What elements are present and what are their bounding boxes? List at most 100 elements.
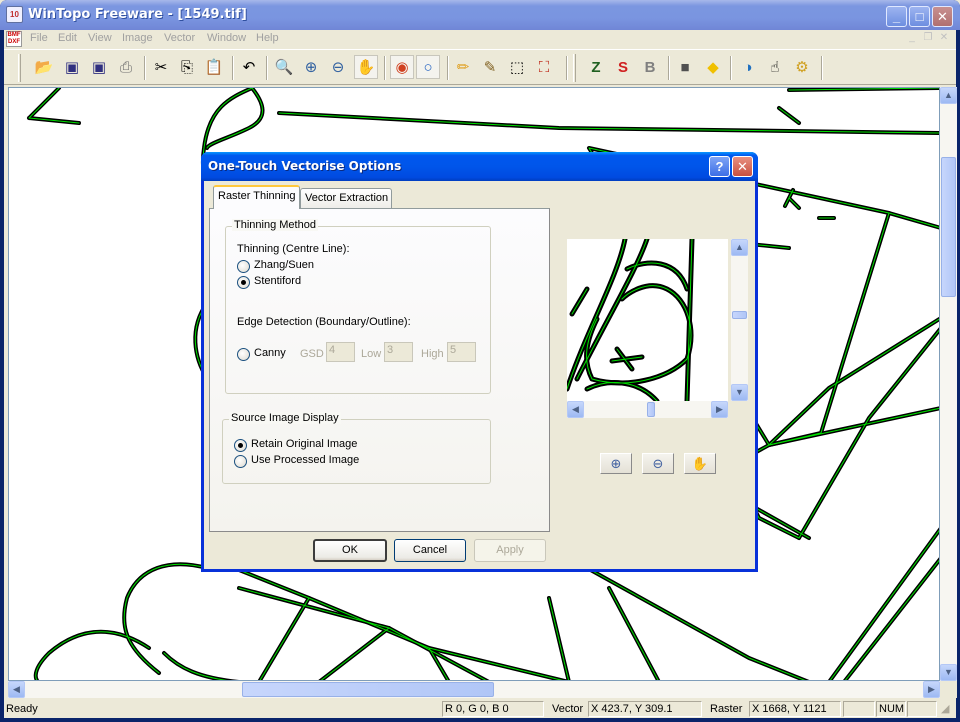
close-button[interactable]: ✕ [932, 6, 953, 27]
stentiford-radio[interactable] [237, 276, 250, 289]
zoom-icon[interactable]: 🔍 [272, 55, 296, 79]
zoom-in-icon[interactable]: ⊕ [299, 55, 323, 79]
scroll-left-arrow[interactable]: ◀ [8, 681, 25, 698]
tab-vector-extraction[interactable]: Vector Extraction [300, 188, 392, 210]
thinning-icon[interactable]: ■ [673, 55, 697, 79]
toolbar-separator [730, 56, 732, 80]
preview-scroll-right-arrow[interactable]: ▶ [711, 401, 728, 418]
preview-vertical-thumb[interactable] [732, 311, 747, 319]
title-bar[interactable]: 10 WinTopo Freeware - [1549.tif] _ □ ✕ [0, 0, 960, 30]
toolbar-grip[interactable] [573, 54, 576, 82]
preview-scroll-up-arrow[interactable]: ▲ [731, 239, 748, 256]
scroll-down-arrow[interactable]: ▼ [940, 664, 957, 681]
paste-icon[interactable]: 📋 [202, 55, 226, 79]
preview-scroll-down-arrow[interactable]: ▼ [731, 384, 748, 401]
save-icon[interactable]: ▣ [60, 55, 84, 79]
pointer-hand-icon[interactable]: ☝ [763, 55, 787, 79]
preview-horizontal-thumb[interactable] [647, 402, 655, 417]
pan-hand-icon[interactable]: ✋ [354, 55, 378, 79]
toolbar-separator [447, 56, 449, 80]
outline-icon[interactable]: ◆ [701, 55, 725, 79]
vector-coords: X 423.7, Y 309.1 [588, 701, 702, 717]
stentiford-label[interactable]: Stentiford [254, 275, 301, 287]
pan-hand-icon: ✋ [691, 456, 709, 471]
preview-vertical-scrollbar[interactable]: ▲ ▼ [731, 239, 748, 401]
menu-window[interactable]: Window [207, 32, 246, 44]
rgb-readout: R 0, G 0, B 0 [442, 701, 544, 717]
thinning-method-legend: Thinning Method [232, 219, 318, 231]
source-image-legend: Source Image Display [229, 412, 341, 424]
vertical-scrollbar[interactable]: ▲ ▼ [940, 87, 957, 681]
menu-view[interactable]: View [88, 32, 112, 44]
undo-icon[interactable]: ↶ [237, 55, 261, 79]
high-input[interactable]: 5 [447, 342, 476, 362]
dialog-close-button[interactable]: ✕ [732, 156, 753, 177]
preview-zoom-in-button[interactable]: ⊕ [600, 453, 632, 474]
help-icon: ? [715, 159, 724, 174]
menu-vector[interactable]: Vector [164, 32, 195, 44]
zhang-suen-label[interactable]: Zhang/Suen [254, 259, 314, 271]
canny-radio[interactable] [237, 348, 250, 361]
mdi-minimize-button[interactable]: _ [904, 32, 920, 46]
one-touch-vectorise-icon[interactable]: ◑ [736, 55, 760, 79]
menu-edit[interactable]: Edit [58, 32, 77, 44]
tab-raster-thinning[interactable]: Raster Thinning [213, 185, 300, 209]
retain-original-radio[interactable] [234, 439, 247, 452]
vertical-scroll-thumb[interactable] [941, 157, 956, 297]
maximize-button[interactable]: □ [909, 6, 930, 27]
ok-button[interactable]: OK [313, 539, 387, 562]
b-vectorise-icon[interactable]: B [638, 55, 662, 79]
menu-image[interactable]: Image [122, 32, 153, 44]
preview-image[interactable] [567, 239, 728, 401]
low-input[interactable]: 3 [384, 342, 413, 362]
corner-box [940, 681, 957, 698]
toolbar-grip[interactable] [18, 54, 21, 82]
tab-panel: Thinning Method Thinning (Centre Line): … [209, 208, 550, 532]
use-processed-radio[interactable] [234, 455, 247, 468]
menu-help[interactable]: Help [256, 32, 279, 44]
canny-label[interactable]: Canny [254, 347, 286, 359]
copy-icon[interactable]: ⎘ [175, 55, 199, 79]
open-icon[interactable]: 📂 [32, 55, 56, 79]
gsd-input[interactable]: 4 [326, 342, 355, 362]
zoom-out-icon[interactable]: ⊖ [326, 55, 350, 79]
zoom-in-icon: ⊕ [610, 456, 622, 471]
preview-scroll-left-arrow[interactable]: ◀ [567, 401, 584, 418]
mdi-close-button[interactable]: ✕ [936, 32, 952, 46]
s-vectorise-icon[interactable]: S [611, 55, 635, 79]
preview-pan-button[interactable]: ✋ [684, 453, 716, 474]
cut-icon[interactable]: ✂ [149, 55, 173, 79]
save-as-icon[interactable]: ▣ [87, 55, 111, 79]
mdi-restore-button[interactable]: ❐ [920, 32, 936, 46]
high-label: High [421, 348, 444, 360]
help-button[interactable]: ? [709, 156, 730, 177]
preview-zoom-out-button[interactable]: ⊖ [642, 453, 674, 474]
dialog-title-bar[interactable]: One-Touch Vectorise Options ? ✕ [201, 152, 758, 181]
use-processed-label[interactable]: Use Processed Image [251, 454, 359, 466]
wintopo-icon[interactable]: 10 [6, 6, 23, 23]
scroll-up-arrow[interactable]: ▲ [940, 87, 957, 104]
document-icon[interactable]: BMF DXF [6, 31, 22, 47]
apply-button[interactable]: Apply [474, 539, 546, 562]
erase-area-icon[interactable]: ⬚ [505, 55, 529, 79]
horizontal-scrollbar[interactable]: ◀ ▶ [8, 681, 940, 698]
vector-view-icon[interactable]: ○ [416, 55, 440, 79]
scroll-right-arrow[interactable]: ▶ [923, 681, 940, 698]
retain-original-label[interactable]: Retain Original Image [251, 438, 357, 450]
minimize-button[interactable]: _ [886, 6, 907, 27]
print-icon[interactable]: ⎙ [114, 55, 138, 79]
resize-grip-icon[interactable]: ◢ [941, 702, 949, 715]
zhang-suen-radio[interactable] [237, 260, 250, 273]
erase-line-icon[interactable]: ✎ [478, 55, 502, 79]
pencil-icon[interactable]: ✏ [451, 55, 475, 79]
preview-horizontal-scrollbar[interactable]: ◀ ▶ [567, 401, 728, 418]
raster-line [827, 527, 939, 680]
raster-view-icon[interactable]: ◉ [390, 55, 414, 79]
crop-icon[interactable]: ⛶ [532, 55, 556, 79]
horizontal-scroll-thumb[interactable] [242, 682, 494, 697]
settings-gear-icon[interactable]: ⚙ [790, 55, 814, 79]
maximize-icon: □ [915, 9, 924, 24]
cancel-button[interactable]: Cancel [394, 539, 466, 562]
menu-file[interactable]: File [30, 32, 48, 44]
z-vectorise-icon[interactable]: Z [584, 55, 608, 79]
